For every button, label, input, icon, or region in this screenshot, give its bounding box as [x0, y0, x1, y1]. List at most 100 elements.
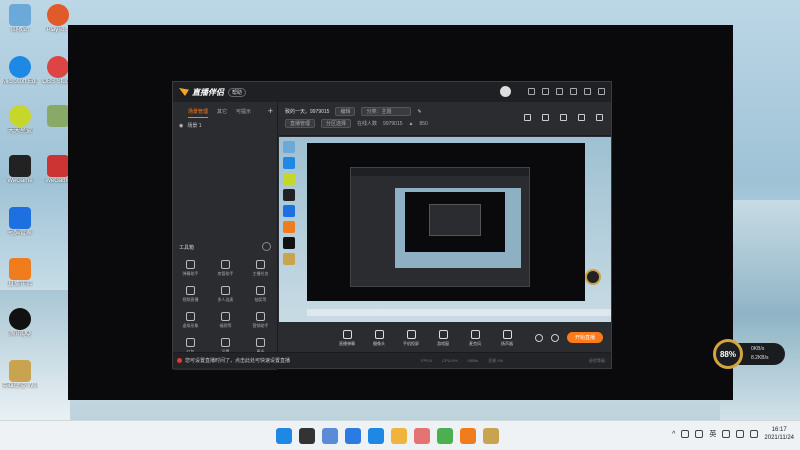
- phone-icon: [406, 329, 416, 339]
- manage-button[interactable]: 直播管理: [285, 119, 316, 128]
- search-icon[interactable]: [299, 428, 315, 444]
- minimize-icon[interactable]: [570, 88, 577, 95]
- tool-icon: [186, 260, 195, 269]
- desktop-icon-wegame[interactable]: WeGame: [2, 155, 38, 185]
- skin-icon[interactable]: [528, 88, 535, 95]
- tool-icon: [221, 286, 230, 295]
- desktop-icon-star[interactable]: 天天星盟: [2, 105, 38, 135]
- share-screen-icon[interactable]: [524, 114, 531, 121]
- task-view-icon[interactable]: [322, 428, 338, 444]
- scene-panel: 场景管理 其它 可提示 + ◉ 场景 1 工具箱 弹幕助手 房管助手 主播任务 …: [173, 102, 278, 370]
- tool-video[interactable]: 视频直播: [173, 286, 208, 303]
- edit-title-button[interactable]: 编辑: [335, 107, 356, 116]
- edit-icon[interactable]: ✎: [417, 109, 421, 115]
- qq-tray-icon[interactable]: [695, 430, 704, 438]
- avatar[interactable]: [500, 86, 511, 97]
- tool-room-manager[interactable]: 房管助手: [208, 260, 243, 277]
- volume-icon[interactable]: [736, 430, 745, 438]
- tool-icon: [256, 286, 265, 295]
- edge-icon[interactable]: [368, 428, 384, 444]
- control-camera[interactable]: 摄像头: [369, 329, 389, 347]
- taskbar-apps: [276, 428, 499, 444]
- control-phone-cast[interactable]: 手机投屏: [401, 329, 421, 347]
- preview-taskbar: [307, 309, 611, 316]
- control-bar: 直播弹幕 摄像头 手机投屏 游戏窗 麦克风 扬声器 开始直播: [279, 322, 611, 354]
- store-icon[interactable]: [437, 428, 453, 444]
- tool-avatar[interactable]: 虚拟形象: [173, 312, 208, 329]
- preview-desktop-icons: [279, 137, 301, 322]
- room-meta-row: 直播管理 分区选择 在线人数 9979015 ▲ 850: [285, 119, 428, 128]
- lock-icon[interactable]: [542, 114, 549, 121]
- title-bar: 直播伴侣 帮助: [173, 82, 611, 102]
- security-icon[interactable]: [681, 430, 690, 438]
- status-bar: 您可设置直播时间了，点击此处可快速设置直播 FPS:0 CPU:0% 0KB/s…: [173, 352, 611, 368]
- tool-icon: [186, 312, 195, 321]
- tool-task[interactable]: 主播任务: [243, 260, 278, 277]
- start-icon[interactable]: [276, 428, 292, 444]
- clock[interactable]: 16:17 2021/11/24: [764, 426, 794, 442]
- desktop-icon-recycle-bin[interactable]: 回收站: [2, 4, 38, 34]
- tool-lottery[interactable]: 抽奖等: [243, 286, 278, 303]
- help-badge[interactable]: 帮助: [228, 87, 247, 97]
- tools-toggle-icon[interactable]: [262, 242, 271, 251]
- camera-icon: [374, 329, 384, 339]
- menu-icon[interactable]: [556, 88, 563, 95]
- battery-icon[interactable]: [750, 430, 759, 438]
- widgets-icon[interactable]: [345, 428, 361, 444]
- close-icon[interactable]: [598, 88, 605, 95]
- zone-button[interactable]: 分区选择: [321, 119, 352, 128]
- tab-other[interactable]: 其它: [217, 108, 227, 118]
- status-message[interactable]: 您可设置直播时间了，点击此处可快速设置直播: [177, 357, 290, 364]
- note-icon[interactable]: [560, 114, 567, 121]
- scene-item[interactable]: ◉ 场景 1: [173, 118, 277, 133]
- likes-count: 850: [419, 120, 428, 127]
- desktop-icon-live-companion[interactable]: 直播伴侣: [2, 258, 38, 288]
- live-companion-icon[interactable]: [460, 428, 476, 444]
- control-danmaku[interactable]: 直播弹幕: [337, 329, 357, 347]
- bell-icon[interactable]: [578, 114, 585, 121]
- scene-tabs: 场景管理 其它 可提示: [173, 102, 277, 118]
- tool-multi-mic[interactable]: 多人连麦: [208, 286, 243, 303]
- settings-gear-icon[interactable]: [550, 333, 559, 342]
- record-icon[interactable]: [534, 333, 543, 342]
- performance-gauge[interactable]: 0KB/s 8.2KB/s 88%: [713, 339, 785, 369]
- control-items: 直播弹幕 摄像头 手机投屏 游戏窗 麦克风 扬声器: [337, 329, 517, 347]
- tab-tips[interactable]: 可提示: [236, 108, 251, 118]
- wifi-icon[interactable]: [722, 430, 731, 438]
- tool-icon: [256, 338, 265, 347]
- share-icon[interactable]: [596, 114, 603, 121]
- eye-icon[interactable]: ◉: [179, 123, 183, 129]
- category-select[interactable]: 分类：主题: [361, 107, 412, 116]
- live-companion-window: 直播伴侣 帮助 场景管理 其它 可提示 + ◉ 场景 1 工具箱 弹幕助手 房管…: [172, 81, 612, 370]
- desktop-icon-lol[interactable]: 英雄联盟 WeGame版: [2, 360, 38, 390]
- system-tray: ^ 英 16:17 2021/11/24: [672, 426, 794, 442]
- add-scene-icon[interactable]: +: [268, 106, 273, 116]
- tool-danmaku[interactable]: 弹幕助手: [173, 260, 208, 277]
- tab-scene[interactable]: 场景管理: [188, 108, 209, 118]
- tool-gift[interactable]: 福袋等: [208, 312, 243, 329]
- window-controls: [500, 86, 605, 97]
- exp-label: 经验等级: [589, 357, 605, 363]
- start-live-button[interactable]: 开始直播: [566, 332, 603, 343]
- control-right: 开始直播: [534, 332, 603, 343]
- tools-title: 工具箱: [179, 245, 195, 251]
- ime-indicator[interactable]: 英: [709, 429, 716, 439]
- live-preview[interactable]: [279, 137, 611, 322]
- file-explorer-icon[interactable]: [391, 428, 407, 444]
- chevron-up-icon[interactable]: ^: [672, 431, 675, 438]
- desktop-icon-pc-manager[interactable]: 电脑管家: [2, 207, 38, 237]
- control-microphone[interactable]: 麦克风: [465, 329, 485, 347]
- control-game-window[interactable]: 游戏窗: [433, 329, 453, 347]
- lol-icon[interactable]: [483, 428, 499, 444]
- tool-icon: [221, 338, 230, 347]
- desktop-icon-qq[interactable]: 腾讯QQ: [2, 308, 38, 338]
- room-title: 致的一天。9979015: [285, 109, 330, 115]
- tools-grid: 弹幕助手 房管助手 主播任务 视频直播 多人连麦 抽奖等 虚拟形象 福袋等 营销…: [173, 260, 278, 355]
- desktop-icon-edge[interactable]: Microsoft Edge: [2, 56, 38, 86]
- tool-marketing[interactable]: 营销助手: [243, 312, 278, 329]
- settings-icon[interactable]: [542, 88, 549, 95]
- maximize-icon[interactable]: [584, 88, 591, 95]
- control-speaker[interactable]: 扬声器: [497, 329, 517, 347]
- mi-icon[interactable]: [414, 428, 430, 444]
- tool-icon: [256, 312, 265, 321]
